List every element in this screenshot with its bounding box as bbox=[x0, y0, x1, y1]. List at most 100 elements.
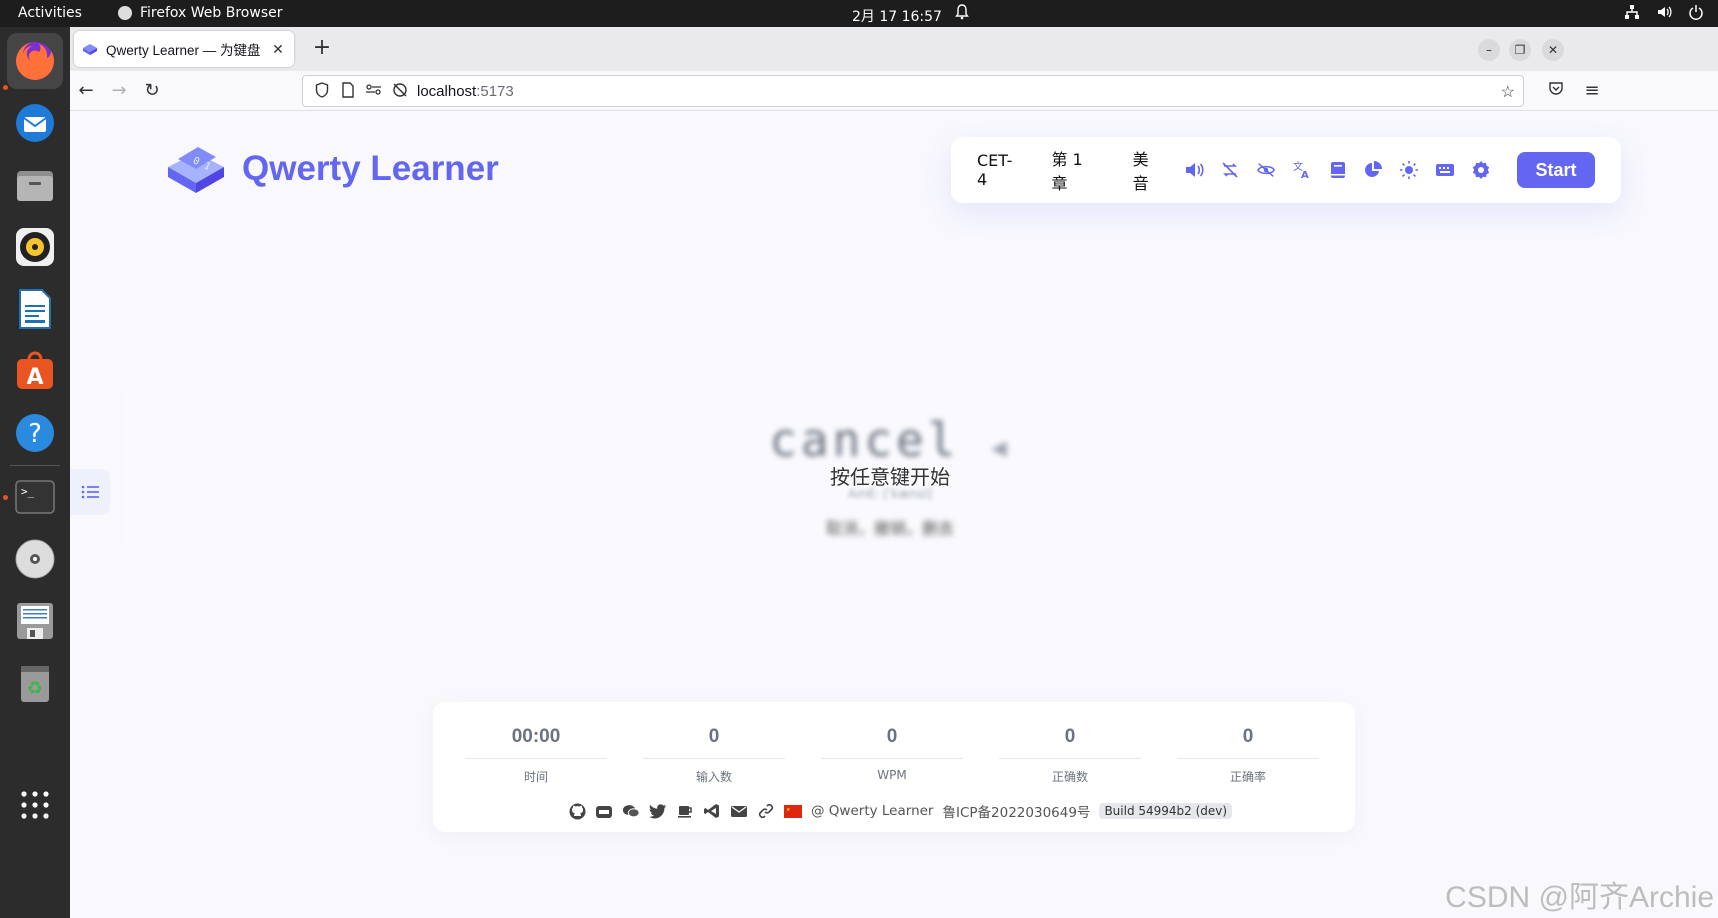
stat-label: WPM bbox=[877, 768, 907, 782]
dictionary-selector[interactable]: CET-4 bbox=[977, 151, 1021, 189]
help-icon[interactable]: ? bbox=[7, 405, 63, 461]
dvd-icon[interactable] bbox=[7, 531, 63, 587]
stat-label: 输入数 bbox=[695, 770, 732, 784]
app-menu[interactable]: Firefox Web Browser bbox=[118, 5, 283, 21]
coffee-icon[interactable] bbox=[676, 802, 694, 820]
list-icon bbox=[81, 485, 99, 499]
network-icon[interactable] bbox=[1624, 4, 1640, 20]
current-word: cancel ◀ bbox=[125, 413, 1655, 467]
analysis-pie-icon[interactable] bbox=[1363, 160, 1383, 180]
firefox-small-icon bbox=[118, 6, 132, 20]
keyboard-icon[interactable] bbox=[1435, 160, 1455, 180]
permissions-icon[interactable] bbox=[365, 82, 383, 100]
new-tab-button[interactable]: + bbox=[310, 37, 334, 61]
system-top-bar: Activities Firefox Web Browser 2月 17 16:… bbox=[0, 0, 1718, 27]
svg-text:?: ? bbox=[28, 419, 42, 449]
pocket-icon[interactable] bbox=[1544, 79, 1568, 103]
svg-text:★: ★ bbox=[786, 807, 791, 813]
shield-icon[interactable] bbox=[313, 82, 331, 100]
translate-icon[interactable]: 文A bbox=[1292, 160, 1312, 180]
tab-strip: Qwerty Learner — 为键盘 ✕ + – ❐ ✕ bbox=[70, 27, 1718, 71]
word-translation: 取消，撤销，删去 bbox=[825, 519, 954, 538]
stat-correct-count: 0 正确数 bbox=[999, 726, 1141, 785]
word-speaker-icon[interactable]: ◀ bbox=[991, 433, 1011, 463]
pronunciation-selector[interactable]: 美音 bbox=[1133, 146, 1164, 194]
stat-time: 00:00 时间 bbox=[465, 726, 607, 785]
stat-label: 正确率 bbox=[1229, 770, 1266, 784]
mail-icon[interactable] bbox=[730, 802, 748, 820]
stat-wpm: 0 WPM bbox=[821, 726, 963, 782]
app-center-icon[interactable]: A bbox=[7, 343, 63, 399]
menu-icon[interactable]: ≡ bbox=[1580, 79, 1604, 103]
svg-text:A: A bbox=[1301, 170, 1309, 180]
browser-tab[interactable]: Qwerty Learner — 为键盘 ✕ bbox=[74, 31, 294, 67]
app-grid-icon[interactable] bbox=[7, 777, 63, 833]
terminal-icon[interactable]: >_ bbox=[7, 469, 63, 525]
save-icon[interactable] bbox=[7, 593, 63, 649]
bookmark-star-icon[interactable]: ☆ bbox=[1501, 82, 1515, 102]
hide-word-icon[interactable] bbox=[1256, 160, 1276, 180]
clock[interactable]: 2月 17 16:57 bbox=[852, 6, 942, 26]
page-icon[interactable] bbox=[339, 82, 357, 100]
url-bar[interactable]: localhost:5173 ☆ bbox=[302, 75, 1524, 107]
start-hint: 按任意键开始 bbox=[830, 465, 950, 489]
github-icon[interactable] bbox=[568, 802, 586, 820]
word-phonetic: AmE: [ˈkænsl] bbox=[848, 487, 932, 501]
forward-button[interactable]: → bbox=[107, 79, 131, 103]
rhythmbox-icon[interactable] bbox=[7, 219, 63, 275]
svg-text:A: A bbox=[26, 365, 43, 390]
power-icon[interactable] bbox=[1688, 4, 1704, 20]
stat-input-count: 0 输入数 bbox=[643, 726, 785, 785]
back-button[interactable]: ← bbox=[74, 79, 98, 103]
footer-author-link[interactable]: @ Qwerty Learner bbox=[811, 803, 933, 819]
stat-value: 0 bbox=[821, 726, 963, 759]
tracking-off-icon[interactable] bbox=[391, 82, 409, 100]
url-host: localhost bbox=[417, 82, 477, 100]
theme-sun-icon[interactable] bbox=[1399, 160, 1419, 180]
logo[interactable]: 0 1 Qwerty Learner bbox=[164, 141, 499, 197]
writer-icon[interactable] bbox=[7, 281, 63, 337]
loop-off-icon[interactable] bbox=[1220, 160, 1240, 180]
word-panel[interactable]: cancel ◀ 按任意键开始 AmE: [ˈkænsl] 取消，撤销，删去 bbox=[125, 391, 1655, 551]
restore-button[interactable]: ❐ bbox=[1509, 39, 1531, 61]
dock: A ? >_ ♻ bbox=[0, 27, 70, 918]
files-icon[interactable] bbox=[7, 157, 63, 213]
bilibili-icon[interactable] bbox=[595, 802, 613, 820]
firefox-icon[interactable] bbox=[7, 33, 63, 89]
system-tray[interactable] bbox=[1624, 4, 1704, 20]
word-list-toggle[interactable] bbox=[70, 469, 110, 515]
svg-text:>_: >_ bbox=[21, 485, 35, 498]
footer-icp-link[interactable]: 鲁ICP备2022030649号 bbox=[942, 801, 1090, 821]
volume-icon[interactable] bbox=[1656, 4, 1672, 20]
page-content: 0 1 Qwerty Learner CET-4 第 1 章 美音 文A Sta… bbox=[70, 111, 1718, 918]
vscode-icon[interactable] bbox=[703, 802, 721, 820]
stat-value: 0 bbox=[1177, 726, 1319, 759]
twitter-icon[interactable] bbox=[649, 802, 667, 820]
stat-accuracy: 0 正确率 bbox=[1177, 726, 1319, 785]
china-flag-icon[interactable]: ★ bbox=[784, 802, 802, 820]
stat-value: 0 bbox=[999, 726, 1141, 759]
footer: ★ @ Qwerty Learner 鲁ICP备2022030649号 Buil… bbox=[568, 799, 1233, 823]
notification-bell-icon[interactable] bbox=[955, 4, 969, 20]
minimize-button[interactable]: – bbox=[1478, 39, 1500, 61]
stat-value: 00:00 bbox=[465, 726, 607, 759]
stat-label: 正确数 bbox=[1051, 770, 1088, 784]
reload-button[interactable]: ↻ bbox=[140, 79, 164, 103]
start-button[interactable]: Start bbox=[1516, 152, 1596, 188]
keycap-logo-icon: 0 1 bbox=[168, 147, 224, 193]
wechat-icon[interactable] bbox=[622, 802, 640, 820]
activities-button[interactable]: Activities bbox=[18, 5, 82, 21]
chapter-selector[interactable]: 第 1 章 bbox=[1051, 146, 1102, 194]
top-toolbar: CET-4 第 1 章 美音 文A Start bbox=[951, 137, 1621, 203]
tab-close-icon[interactable]: ✕ bbox=[270, 41, 286, 58]
close-window-button[interactable]: ✕ bbox=[1542, 39, 1564, 61]
build-badge: Build 54994b2 (dev) bbox=[1099, 803, 1233, 819]
word-text: cancel bbox=[769, 413, 960, 467]
trash-icon[interactable]: ♻ bbox=[7, 655, 63, 711]
link-icon[interactable] bbox=[757, 802, 775, 820]
sound-icon[interactable] bbox=[1184, 160, 1204, 180]
thunderbird-icon[interactable] bbox=[7, 95, 63, 151]
dictionary-book-icon[interactable] bbox=[1328, 160, 1348, 180]
url-port: :5173 bbox=[476, 82, 514, 100]
settings-gear-icon[interactable] bbox=[1471, 160, 1491, 180]
